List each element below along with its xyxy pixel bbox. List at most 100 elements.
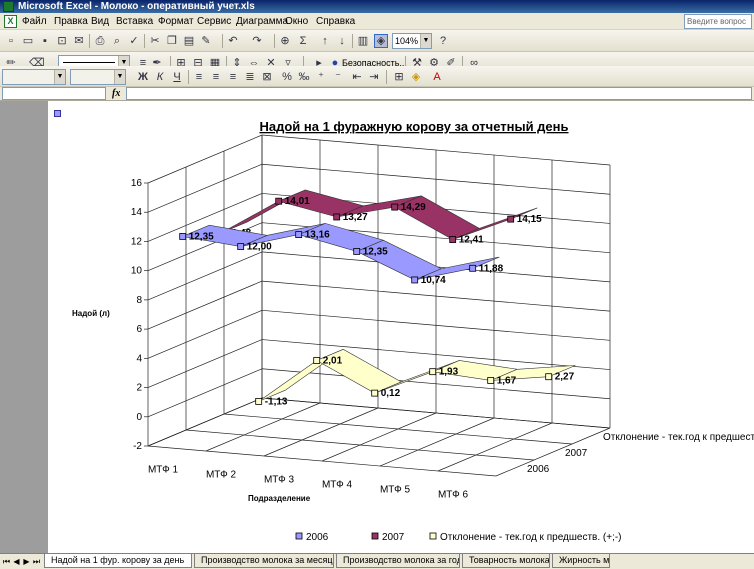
fx-icon[interactable]: fx xyxy=(112,87,120,100)
increase-decimal-icon[interactable]: ⁺ xyxy=(314,70,328,84)
menu-chart[interactable]: Диаграмма xyxy=(236,15,288,28)
tab-sheet-3[interactable]: Производство молока за год xyxy=(336,554,460,568)
help-icon[interactable]: ? xyxy=(436,34,450,48)
save-icon[interactable]: ▪ xyxy=(38,34,52,48)
depth-tick-label: 2007 xyxy=(565,448,588,459)
thousands-icon[interactable]: ‰ xyxy=(297,70,311,84)
justify-icon[interactable]: ≣ xyxy=(243,70,257,84)
chart-title: Надой на 1 фуражную корову за отчетный д… xyxy=(259,119,568,134)
tab-sheet-1[interactable]: Надой на 1 фур. корову за день xyxy=(44,554,192,568)
undo-icon[interactable]: ↶ xyxy=(226,34,240,48)
data-point-marker xyxy=(429,368,437,376)
menu-file[interactable]: Файл xyxy=(22,15,47,28)
side-wall-gridline xyxy=(147,397,263,447)
data-point-marker xyxy=(545,373,553,381)
merge-center-icon[interactable]: ⊠ xyxy=(260,70,274,84)
print-preview-icon[interactable]: ⌕ xyxy=(110,34,124,48)
zoom-select[interactable]: 104% ▼ xyxy=(392,33,432,49)
data-label: 12,35 xyxy=(189,231,214,242)
redo-icon[interactable]: ↷ xyxy=(250,34,264,48)
data-label: 12,00 xyxy=(247,242,272,253)
y-tick-label: 6 xyxy=(136,324,142,335)
floor-gridline xyxy=(321,412,437,462)
chart-svg: -1,132,010,121,931,672,2711,4814,0113,27… xyxy=(72,119,754,543)
cut-icon[interactable]: ✂ xyxy=(148,34,162,48)
percent-icon[interactable]: % xyxy=(280,70,294,84)
data-point-marker xyxy=(507,215,515,223)
tab-sheet-2[interactable]: Производство молока за месяц xyxy=(194,554,334,568)
open-icon[interactable]: ▭ xyxy=(21,34,35,48)
menu-format[interactable]: Формат xyxy=(158,15,194,28)
italic-button[interactable]: К xyxy=(153,70,167,84)
font-size-select[interactable]: ▼ xyxy=(70,69,126,85)
font-name-select[interactable]: ▼ xyxy=(2,69,66,85)
data-label: 12,35 xyxy=(363,246,388,257)
sort-descending-icon[interactable]: ↓ xyxy=(335,34,349,48)
data-label: 1,93 xyxy=(439,367,459,378)
legend-label: 2006 xyxy=(306,532,329,543)
menu-window[interactable]: Окно xyxy=(285,15,308,28)
side-wall-gridline xyxy=(147,368,263,418)
align-right-icon[interactable]: ≡ xyxy=(226,70,240,84)
new-icon[interactable]: ▫ xyxy=(4,34,18,48)
spelling-icon[interactable]: ✓ xyxy=(127,34,141,48)
y-tick-label: 8 xyxy=(136,295,142,306)
paste-icon[interactable]: ▤ xyxy=(182,34,196,48)
y-axis-title: Надой (л) xyxy=(72,309,110,318)
hyperlink-icon[interactable]: ⊕ xyxy=(278,34,292,48)
bold-button[interactable]: Ж xyxy=(136,70,150,84)
floor-gridline xyxy=(495,427,611,477)
data-label: 13,16 xyxy=(305,230,330,241)
data-point-marker xyxy=(411,276,419,284)
menu-view[interactable]: Вид xyxy=(91,15,109,28)
permission-icon[interactable]: ⊡ xyxy=(55,34,69,48)
data-point-marker xyxy=(487,377,495,384)
y-tick-label: -2 xyxy=(133,441,142,452)
format-painter-icon[interactable]: ✎ xyxy=(199,34,213,48)
chart-area[interactable]: -1,132,010,121,931,672,2711,4814,0113,27… xyxy=(48,101,754,553)
data-label: 10,74 xyxy=(421,275,446,286)
font-color-icon[interactable]: A xyxy=(430,70,444,84)
drawing-icon[interactable]: ◈ xyxy=(374,34,388,48)
y-tick-label: 14 xyxy=(131,207,143,218)
next-sheet-icon[interactable]: ▶ xyxy=(22,557,31,567)
data-label: 12,41 xyxy=(459,235,484,246)
fill-color-icon[interactable]: ◈ xyxy=(409,70,423,84)
excel-app-icon xyxy=(3,1,14,12)
data-point-marker xyxy=(179,233,187,240)
formula-input[interactable] xyxy=(126,87,752,100)
copy-icon[interactable]: ❐ xyxy=(165,34,179,48)
floor-gridline xyxy=(379,417,495,467)
decrease-decimal-icon[interactable]: ⁻ xyxy=(331,70,345,84)
chart-selection-handle[interactable] xyxy=(54,110,61,117)
sort-ascending-icon[interactable]: ↑ xyxy=(318,34,332,48)
prev-sheet-icon[interactable]: ◀ xyxy=(12,557,21,567)
decrease-indent-icon[interactable]: ⇤ xyxy=(350,70,364,84)
data-label: 11,88 xyxy=(479,263,504,274)
menu-tools[interactable]: Сервис xyxy=(197,15,231,28)
autosum-icon[interactable]: Σ xyxy=(296,34,310,48)
menu-insert[interactable]: Вставка xyxy=(116,15,153,28)
window-title-bar: Microsoft Excel - Молоко - оперативный у… xyxy=(0,0,754,13)
name-box[interactable] xyxy=(2,87,106,100)
align-center-icon[interactable]: ≡ xyxy=(209,70,223,84)
floor-gridline xyxy=(223,413,573,445)
sheet-area: -1,132,010,121,931,672,2711,4814,0113,27… xyxy=(0,101,754,553)
data-point-marker xyxy=(237,243,245,250)
workbook-icon[interactable]: X xyxy=(4,15,17,28)
menu-edit[interactable]: Правка xyxy=(54,15,88,28)
underline-button[interactable]: Ч xyxy=(170,70,184,84)
increase-indent-icon[interactable]: ⇥ xyxy=(367,70,381,84)
borders-icon[interactable]: ⊞ xyxy=(392,70,406,84)
chart-wizard-icon[interactable]: ▥ xyxy=(356,34,370,48)
data-point-marker xyxy=(391,203,399,211)
align-left-icon[interactable]: ≡ xyxy=(192,70,206,84)
help-search-input[interactable]: Введите вопрос xyxy=(684,14,752,29)
email-icon[interactable]: ✉ xyxy=(72,34,86,48)
tab-sheet-5[interactable]: Жирность м xyxy=(552,554,610,568)
menu-help[interactable]: Справка xyxy=(316,15,355,28)
first-sheet-icon[interactable]: ⏮ xyxy=(2,557,11,567)
tab-sheet-4[interactable]: Товарность молока xyxy=(462,554,550,568)
print-icon[interactable]: ⎙ xyxy=(93,34,107,48)
last-sheet-icon[interactable]: ⏭ xyxy=(32,557,41,567)
